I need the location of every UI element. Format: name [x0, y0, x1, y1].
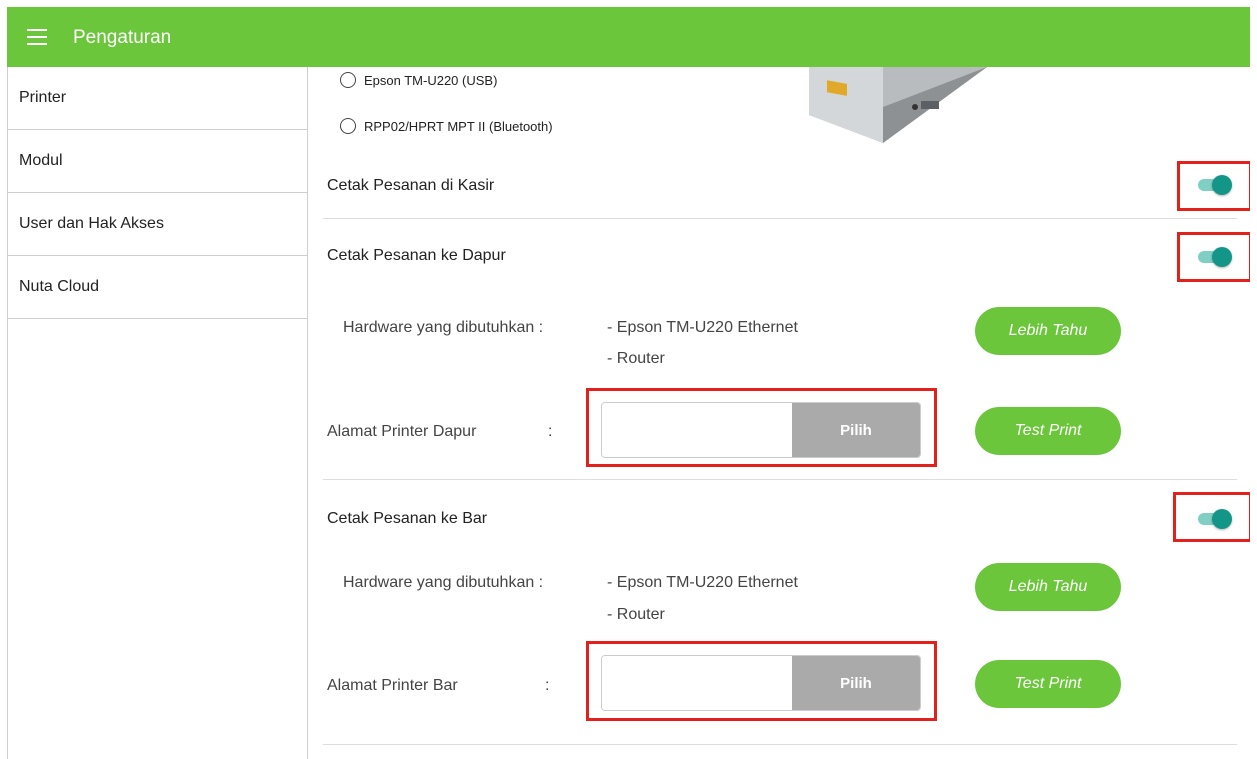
printer-option-usb[interactable]: Epson TM-U220 (USB): [340, 72, 497, 88]
dapur-section-title: Cetak Pesanan ke Dapur: [327, 247, 506, 264]
sidebar-item-label: User dan Hak Akses: [19, 215, 164, 232]
dapur-hardware-label: Hardware yang dibutuhkan :: [343, 319, 544, 336]
highlight-box: [586, 388, 937, 467]
sidebar: Printer Modul User dan Hak Akses Nuta Cl…: [7, 67, 308, 759]
sidebar-item-label: Modul: [19, 152, 63, 169]
bar-test-print-button[interactable]: Test Print: [975, 660, 1121, 708]
settings-content: Epson TM-U220 (USB) RPP02/HPRT MPT II (B…: [307, 67, 1250, 759]
dapur-hardware-item: - Epson TM-U220 Ethernet: [607, 319, 798, 336]
radio-button[interactable]: [340, 118, 356, 134]
bar-learn-more-button[interactable]: Lebih Tahu: [975, 563, 1121, 611]
printer-option-label: RPP02/HPRT MPT II (Bluetooth): [364, 118, 553, 134]
highlight-box: [1177, 161, 1250, 211]
dapur-learn-more-button[interactable]: Lebih Tahu: [975, 307, 1121, 355]
radio-button[interactable]: [340, 72, 356, 88]
sidebar-item-printer[interactable]: Printer: [8, 67, 307, 130]
hamburger-icon[interactable]: [27, 29, 47, 45]
dapur-hardware-item: - Router: [607, 350, 665, 367]
highlight-box: [1173, 492, 1250, 542]
bar-hardware-item: - Epson TM-U220 Ethernet: [607, 574, 798, 591]
sidebar-item-label: Printer: [19, 89, 67, 106]
sidebar-item-nuta-cloud[interactable]: Nuta Cloud: [8, 256, 307, 319]
sidebar-item-user-access[interactable]: User dan Hak Akses: [8, 193, 307, 256]
divider: [323, 744, 1237, 745]
bar-hardware-item: - Router: [607, 606, 665, 623]
kasir-section-title: Cetak Pesanan di Kasir: [327, 177, 495, 194]
page-title: Pengaturan: [73, 27, 172, 48]
bar-address-colon: :: [545, 677, 550, 694]
sidebar-item-modul[interactable]: Modul: [8, 130, 307, 193]
bar-hardware-label: Hardware yang dibutuhkan :: [343, 574, 544, 591]
highlight-box: [586, 641, 937, 721]
printer-option-bluetooth[interactable]: RPP02/HPRT MPT II (Bluetooth): [340, 118, 553, 134]
sidebar-item-label: Nuta Cloud: [19, 278, 100, 295]
dapur-address-colon: :: [548, 423, 553, 440]
printer-option-label: Epson TM-U220 (USB): [364, 72, 498, 88]
bar-section-title: Cetak Pesanan ke Bar: [327, 510, 488, 527]
highlight-box: [1177, 232, 1250, 282]
bar-address-label: Alamat Printer Bar: [327, 677, 458, 694]
divider: [323, 218, 1237, 219]
printer-illustration: [809, 67, 987, 143]
dapur-address-label: Alamat Printer Dapur: [327, 423, 477, 440]
divider: [323, 479, 1237, 480]
app-bar: Pengaturan: [7, 7, 1250, 67]
dapur-test-print-button[interactable]: Test Print: [975, 407, 1121, 455]
